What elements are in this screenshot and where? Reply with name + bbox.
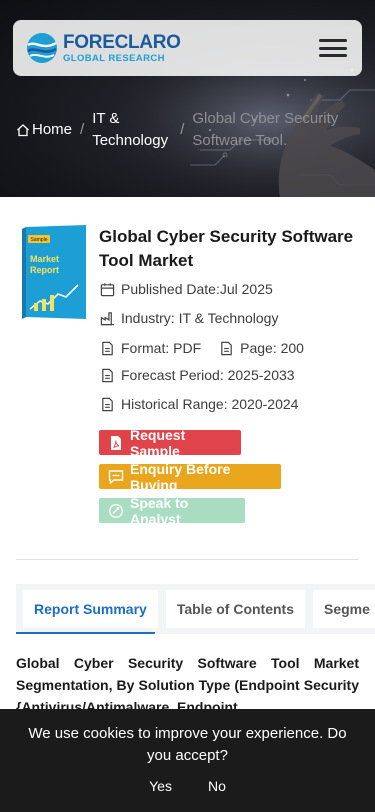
breadcrumb-separator: /	[180, 121, 185, 138]
cover-tag: Sample	[31, 237, 48, 243]
enquiry-label: Enquiry Before Buying	[130, 460, 231, 493]
request-sample-button[interactable]: Request Sample	[99, 427, 241, 459]
menu-bar-icon	[319, 54, 347, 57]
breadcrumb-home-label: Home	[32, 121, 73, 138]
document-icon	[221, 341, 232, 355]
industry: Industry: IT & Technology	[100, 310, 278, 326]
published-date: Published Date:Jul 2025	[100, 281, 273, 297]
menu-bar-icon	[319, 39, 347, 42]
breadcrumb-separator: /	[80, 121, 85, 138]
calendar-icon	[100, 282, 115, 296]
document-icon	[102, 368, 113, 382]
document-icon	[102, 397, 113, 411]
report-cover-image: Sample Market Report	[22, 225, 86, 319]
tab-table-of-contents[interactable]: Table of Contents	[165, 590, 305, 628]
support-agent-icon	[109, 503, 123, 518]
brand-tagline: GLOBAL RESEARCH	[63, 52, 165, 64]
cookie-accept-button[interactable]: Yes	[146, 776, 175, 796]
forecast-period-text: Forecast Period: 2025-2033	[121, 367, 295, 383]
menu-bar-icon	[319, 46, 347, 50]
pages: Page: 200	[219, 340, 304, 356]
cookie-message: We use cookies to improve your experienc…	[28, 725, 347, 764]
brand-logo[interactable]: FORECLARO GLOBAL RESEARCH	[25, 31, 181, 65]
hamburger-menu-button[interactable]	[318, 36, 348, 60]
pdf-file-icon	[111, 435, 121, 450]
document-icon	[102, 341, 113, 355]
hero-banner: FORECLARO GLOBAL RESEARCH Home / IT & Te…	[0, 0, 375, 197]
format-text: Format: PDF	[121, 340, 202, 356]
historical-range-text: Historical Range: 2020-2024	[121, 396, 299, 412]
format: Format: PDF	[100, 340, 201, 356]
active-tab-indicator	[16, 632, 155, 634]
forecast-period: Forecast Period: 2025-2033	[100, 367, 295, 383]
format-and-pages: Format: PDF Page: 200	[100, 340, 304, 356]
breadcrumb-category-link[interactable]: IT & Technology	[92, 108, 172, 152]
industry-text: Industry: IT & Technology	[121, 310, 279, 326]
speak-to-analyst-button[interactable]: Speak to Analyst	[99, 495, 245, 527]
published-date-text: Published Date:Jul 2025	[121, 281, 273, 297]
report-title: Global Cyber Security Software Tool Mark…	[99, 227, 354, 270]
enquiry-button[interactable]: Enquiry Before Buying	[99, 461, 281, 493]
historical-range: Historical Range: 2020-2024	[100, 396, 298, 412]
cover-title-line1: Market	[30, 254, 59, 264]
section-divider	[16, 559, 359, 560]
top-navbar: FORECLARO GLOBAL RESEARCH	[13, 20, 362, 76]
chat-bubble-icon	[108, 469, 124, 485]
globe-wave-logo-icon	[27, 33, 57, 63]
cover-title-line2: Report	[30, 265, 59, 275]
brand-name: FORECLARO	[63, 31, 181, 53]
speak-to-analyst-label: Speak to Analyst	[130, 494, 189, 527]
home-icon	[17, 123, 29, 136]
factory-icon	[100, 311, 115, 325]
cookie-consent-banner: We use cookies to improve your experienc…	[0, 709, 375, 812]
pages-text: Page: 200	[240, 340, 304, 356]
breadcrumb-current: Global Cyber Security Software Tool.	[192, 110, 339, 149]
breadcrumb-home-link[interactable]: Home	[16, 121, 72, 138]
report-tabs: Report Summary Table of Contents Segme	[16, 584, 375, 634]
cookie-decline-button[interactable]: No	[205, 776, 229, 796]
tab-segmentation[interactable]: Segme	[313, 590, 375, 628]
request-sample-label: Request Sample	[130, 426, 186, 459]
breadcrumb: Home / IT & Technology / Global Cyber Se…	[16, 108, 352, 152]
page: FORECLARO GLOBAL RESEARCH Home / IT & Te…	[0, 0, 375, 812]
tab-report-summary[interactable]: Report Summary	[23, 590, 158, 628]
